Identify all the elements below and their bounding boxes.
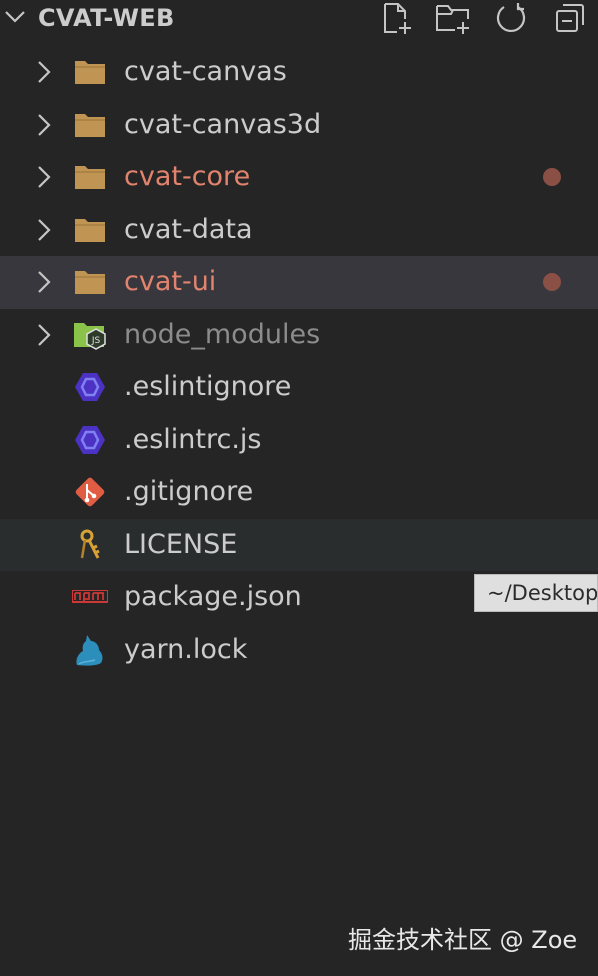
tree-item-gitignore[interactable]: .gitignore xyxy=(0,466,598,519)
refresh-button[interactable] xyxy=(493,1,529,35)
nodejs-folder-icon: JS xyxy=(72,319,108,351)
chevron-right-icon[interactable] xyxy=(34,112,54,138)
git-icon xyxy=(72,476,108,508)
tree-item-label: LICENSE xyxy=(124,528,238,560)
tree-item-label: .eslintignore xyxy=(124,371,292,402)
tree-item-label: cvat-core xyxy=(124,161,251,192)
tree-item-yarn-lock[interactable]: yarn.lock xyxy=(0,624,598,677)
chevron-right-icon[interactable] xyxy=(34,322,54,348)
tree-item-eslintignore[interactable]: .eslintignore xyxy=(0,361,598,414)
folder-icon xyxy=(72,161,108,193)
new-folder-button[interactable] xyxy=(435,1,471,35)
folder-icon xyxy=(72,266,108,298)
collapse-all-icon xyxy=(556,4,584,32)
tree-item-cvat-core[interactable]: cvat-core xyxy=(0,151,598,204)
folder-icon xyxy=(72,56,108,88)
tree-item-label: cvat-canvas3d xyxy=(124,108,322,140)
chevron-right-icon[interactable] xyxy=(34,217,54,243)
new-file-button[interactable] xyxy=(378,1,414,35)
tree-item-label: cvat-canvas xyxy=(124,56,287,87)
folder-icon xyxy=(72,214,108,246)
eslint-icon xyxy=(72,424,108,456)
svg-text:JS: JS xyxy=(91,336,101,346)
license-key-icon xyxy=(72,529,108,561)
tree-item-label: .eslintrc.js xyxy=(124,423,262,455)
tree-item-label: package.json xyxy=(124,581,302,612)
tree-item-cvat-canvas[interactable]: cvat-canvas xyxy=(0,46,598,99)
chevron-down-icon[interactable] xyxy=(2,4,28,30)
chevron-right-icon[interactable] xyxy=(34,59,54,85)
tree-item-cvat-data[interactable]: cvat-data xyxy=(0,204,598,257)
collapse-all-button[interactable] xyxy=(552,1,588,35)
explorer-panel: CVAT-WEB cvat-canvas cvat-canvas3d cvat-… xyxy=(0,0,598,976)
tree-item-label: yarn.lock xyxy=(124,633,248,665)
tree-item-cvat-ui[interactable]: cvat-ui xyxy=(0,256,598,309)
new-folder-icon xyxy=(436,5,469,34)
tree-item-node-modules[interactable]: JS node_modules xyxy=(0,309,598,362)
npm-icon xyxy=(72,581,108,613)
path-tooltip: ~/Desktop/ xyxy=(474,574,598,612)
tree-item-license[interactable]: LICENSE xyxy=(0,518,598,571)
tree-item-label: node_modules xyxy=(124,318,321,350)
tree-item-label: cvat-ui xyxy=(124,266,217,297)
watermark-text: 掘金技术社区 @ Zoe xyxy=(348,926,578,954)
folder-icon xyxy=(72,109,108,141)
explorer-header[interactable]: CVAT-WEB xyxy=(0,0,598,40)
yarn-icon xyxy=(72,634,108,666)
tree-item-label: cvat-data xyxy=(124,213,253,245)
tree-item-eslintrc[interactable]: .eslintrc.js xyxy=(0,414,598,467)
tree-item-cvat-canvas3d[interactable]: cvat-canvas3d xyxy=(0,99,598,152)
modified-indicator-dot xyxy=(543,168,561,186)
tree-item-label: .gitignore xyxy=(124,476,254,507)
new-file-icon xyxy=(384,3,411,34)
refresh-icon xyxy=(496,3,526,32)
modified-indicator-dot xyxy=(543,273,561,291)
eslint-icon xyxy=(72,371,108,403)
chevron-right-icon[interactable] xyxy=(34,269,54,295)
explorer-title: CVAT-WEB xyxy=(38,4,175,32)
chevron-right-icon[interactable] xyxy=(34,164,54,190)
